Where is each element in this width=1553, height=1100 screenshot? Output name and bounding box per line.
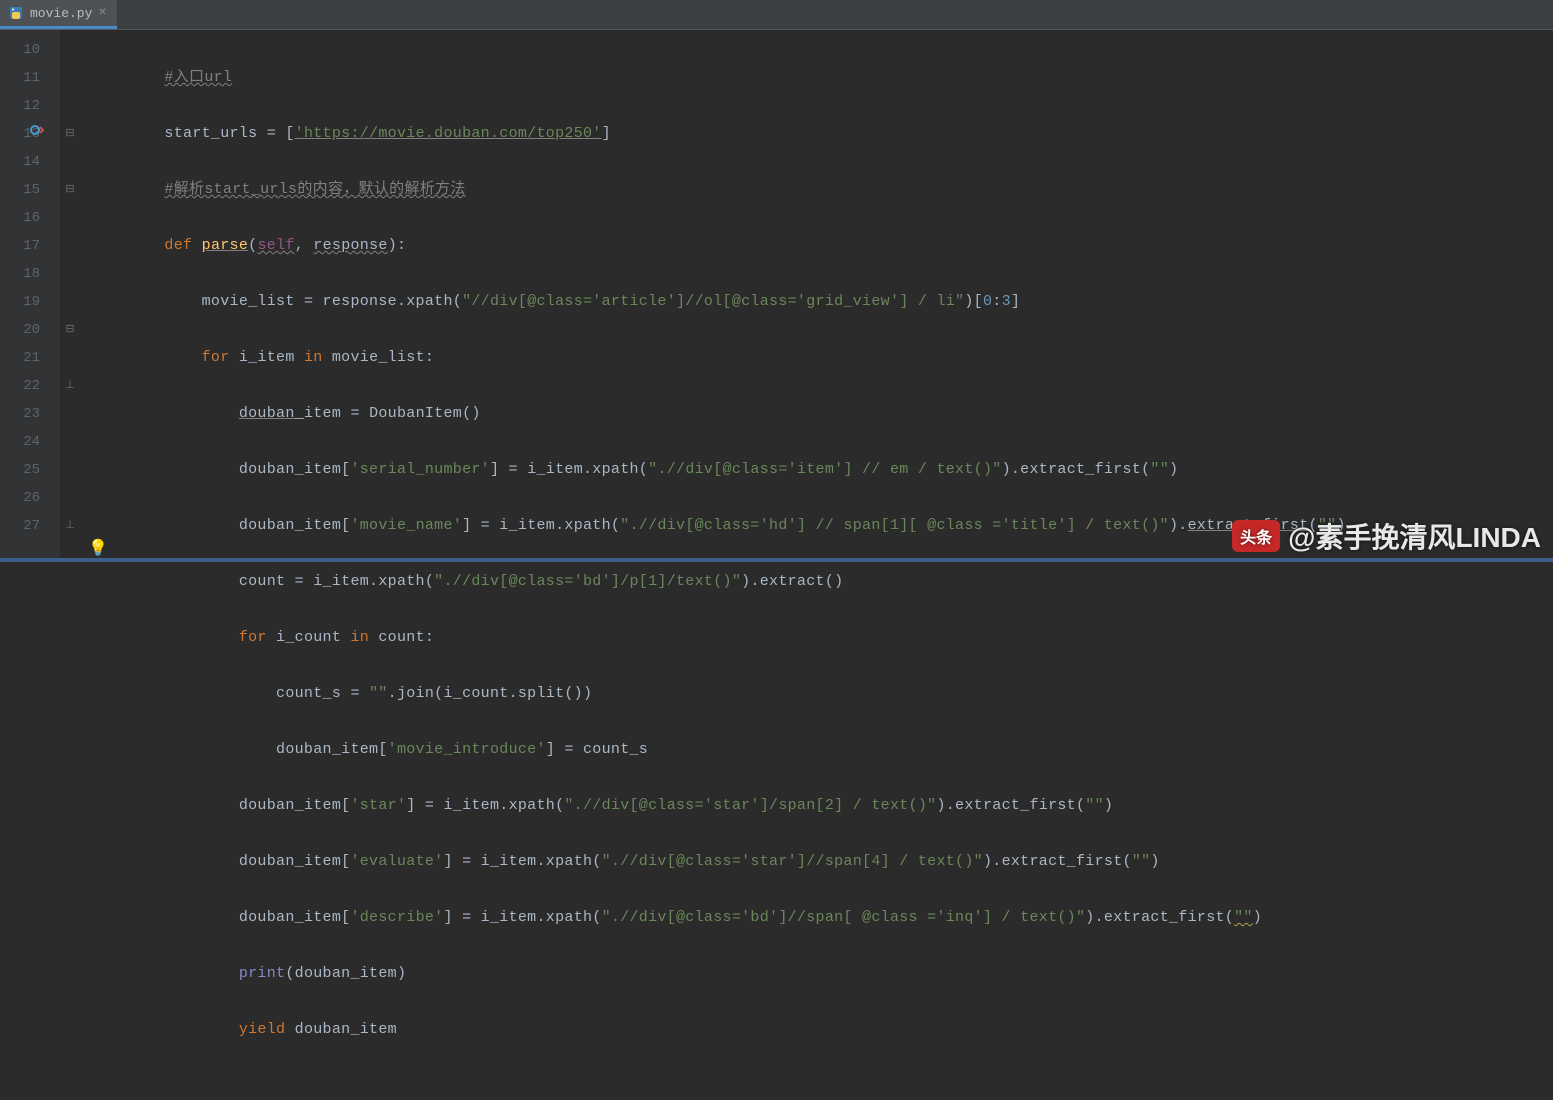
- code-line: print(douban_item): [90, 960, 1346, 988]
- code-line: count_s = "".join(i_count.split()): [90, 680, 1346, 708]
- code-line: douban_item['star'] = i_item.xpath(".//d…: [90, 792, 1346, 820]
- code-line: douban_item['movie_introduce'] = count_s: [90, 736, 1346, 764]
- code-line: #入口url: [90, 64, 1346, 92]
- override-icon[interactable]: [30, 120, 44, 148]
- fold-column: ⊟ ⊟ ⊟ ⊥ ⊥: [60, 36, 80, 540]
- line-number: 26: [0, 484, 40, 512]
- line-number: 25: [0, 456, 40, 484]
- code-line: yield douban_item: [90, 1016, 1346, 1044]
- file-tab-movie[interactable]: movie.py ×: [0, 0, 117, 29]
- fold-toggle-icon[interactable]: ⊟: [60, 316, 80, 344]
- code-line: douban_item = DoubanItem(): [90, 400, 1346, 428]
- fold-toggle-icon[interactable]: ⊟: [60, 176, 80, 204]
- code-area[interactable]: #入口url start_urls = ['https://movie.doub…: [60, 30, 1346, 562]
- close-icon[interactable]: ×: [98, 5, 106, 21]
- code-line: #解析start_urls的内容，默认的解析方法: [90, 176, 1346, 204]
- code-line: start_urls = ['https://movie.douban.com/…: [90, 120, 1346, 148]
- code-line: douban_item['evaluate'] = i_item.xpath("…: [90, 848, 1346, 876]
- line-number: 27: [0, 512, 40, 540]
- code-line: count = i_item.xpath(".//div[@class='bd'…: [90, 568, 1346, 596]
- fold-end-icon[interactable]: ⊥: [60, 372, 80, 400]
- intention-bulb-icon[interactable]: 💡: [88, 538, 108, 558]
- line-number: 16: [0, 204, 40, 232]
- code-line: douban_item['describe'] = i_item.xpath("…: [90, 904, 1346, 932]
- line-number: 19: [0, 288, 40, 316]
- line-number: 22: [0, 372, 40, 400]
- line-number: 14: [0, 148, 40, 176]
- code-line: douban_item['serial_number'] = i_item.xp…: [90, 456, 1346, 484]
- status-bar: [0, 558, 1553, 562]
- line-number: 23: [0, 400, 40, 428]
- line-number: 24: [0, 428, 40, 456]
- line-number: 18: [0, 260, 40, 288]
- code-line: douban_item['movie_name'] = i_item.xpath…: [90, 512, 1346, 540]
- line-number: 21: [0, 344, 40, 372]
- line-number: 17: [0, 232, 40, 260]
- code-line: for i_item in movie_list:: [90, 344, 1346, 372]
- fold-toggle-icon[interactable]: ⊟: [60, 120, 80, 148]
- fold-end-icon[interactable]: ⊥: [60, 512, 80, 540]
- line-number: 20: [0, 316, 40, 344]
- tab-label: movie.py: [30, 6, 92, 21]
- code-line: for i_count in count:: [90, 624, 1346, 652]
- code-line: movie_list = response.xpath("//div[@clas…: [90, 288, 1346, 316]
- tab-bar: movie.py ×: [0, 0, 1553, 30]
- line-number: 15: [0, 176, 40, 204]
- code-editor[interactable]: 10 11 12 13 14 15 16 17 18 19 20 21 22 2…: [0, 30, 1553, 562]
- python-file-icon: [8, 5, 24, 21]
- line-number-gutter: 10 11 12 13 14 15 16 17 18 19 20 21 22 2…: [0, 30, 60, 562]
- code-line: def parse(self, response):: [90, 232, 1346, 260]
